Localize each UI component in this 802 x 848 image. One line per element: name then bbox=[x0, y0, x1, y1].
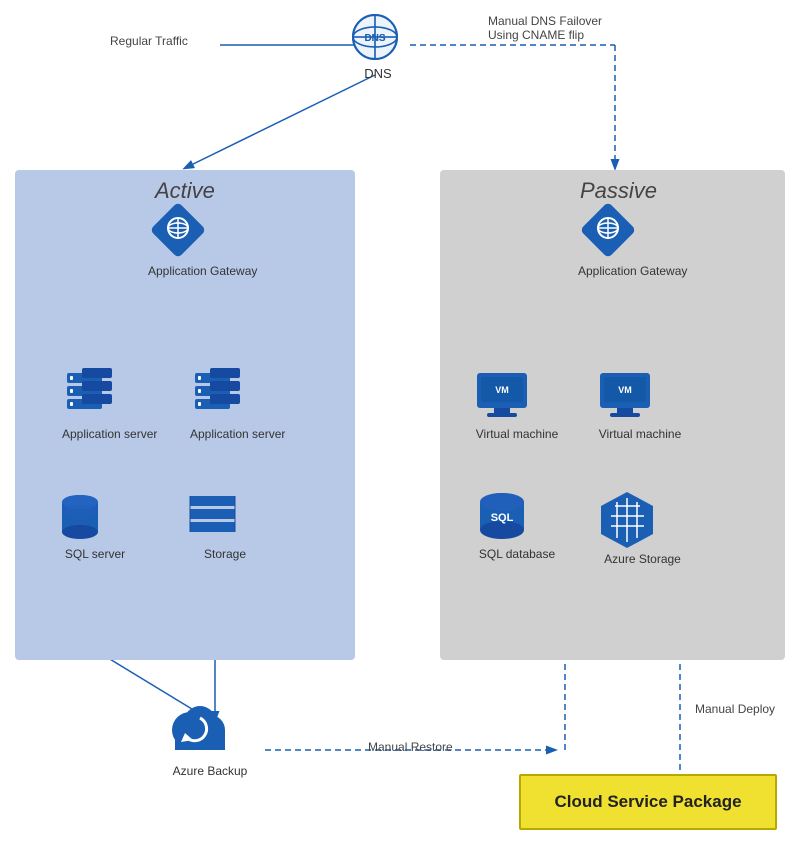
active-app-gateway-label: Application Gateway bbox=[148, 264, 228, 278]
manual-restore-label: Manual Restore bbox=[368, 738, 453, 756]
dns-globe-icon: DNS DNS bbox=[348, 10, 402, 64]
active-app-server-1: Application server bbox=[62, 368, 152, 441]
manual-dns-label: Manual DNS Failover Using CNAME flip bbox=[488, 14, 602, 42]
diagram: DNS DNS DNS Regular Traffic Manual DNS F… bbox=[0, 0, 802, 848]
passive-sql-db-label: SQL database bbox=[472, 547, 562, 561]
app-server-1-icon bbox=[62, 368, 122, 423]
passive-vm-2-label: Virtual machine bbox=[595, 427, 685, 441]
passive-vm-1-label: Virtual machine bbox=[472, 427, 562, 441]
app-gateway-active-icon: ↔ ↕ bbox=[148, 200, 208, 260]
active-sql-server-label: SQL server bbox=[55, 547, 135, 561]
azure-backup: Azure Backup bbox=[165, 700, 255, 778]
passive-sql-db: SQL SQL database bbox=[472, 488, 562, 561]
passive-vm-2: VM Virtual machine bbox=[595, 368, 685, 441]
active-storage: Storage bbox=[185, 488, 265, 561]
vm-1-icon: VM VM bbox=[472, 368, 532, 423]
app-gateway-passive-icon bbox=[578, 200, 638, 260]
passive-vm-1: VM VM Virtual machine bbox=[472, 368, 562, 441]
passive-azure-storage: Azure Storage bbox=[595, 488, 690, 566]
svg-text:SQL: SQL bbox=[491, 512, 514, 524]
sql-database-icon: SQL bbox=[472, 488, 532, 543]
passive-app-gateway: Application Gateway bbox=[578, 200, 658, 278]
active-sql-server: SQL server bbox=[55, 488, 135, 561]
active-app-server-2-label: Application server bbox=[190, 427, 280, 441]
manual-deploy-label: Manual Deploy bbox=[695, 700, 775, 718]
app-server-2-icon bbox=[190, 368, 250, 423]
azure-storage-icon bbox=[595, 488, 660, 548]
azure-backup-icon bbox=[165, 700, 235, 760]
svg-text:VM: VM bbox=[495, 385, 509, 395]
azure-backup-label: Azure Backup bbox=[165, 764, 255, 778]
active-app-server-1-label: Application server bbox=[62, 427, 152, 441]
passive-app-gateway-label: Application Gateway bbox=[578, 264, 658, 278]
dns-label: DNS bbox=[348, 66, 408, 81]
dns-icon-container: DNS DNS DNS bbox=[348, 10, 408, 81]
sql-server-icon bbox=[55, 488, 105, 543]
active-storage-label: Storage bbox=[185, 547, 265, 561]
passive-azure-storage-label: Azure Storage bbox=[595, 552, 690, 566]
svg-text:VM: VM bbox=[618, 385, 632, 395]
active-app-server-2: Application server bbox=[190, 368, 280, 441]
active-app-gateway: ↔ ↕ Application Gateway bbox=[148, 200, 228, 278]
vm-2-icon: VM bbox=[595, 368, 655, 423]
regular-traffic-label: Regular Traffic bbox=[110, 32, 188, 50]
cloud-service-package-box: Cloud Service Package bbox=[519, 774, 777, 830]
cloud-service-label: Cloud Service Package bbox=[554, 792, 741, 812]
storage-icon bbox=[185, 488, 240, 543]
